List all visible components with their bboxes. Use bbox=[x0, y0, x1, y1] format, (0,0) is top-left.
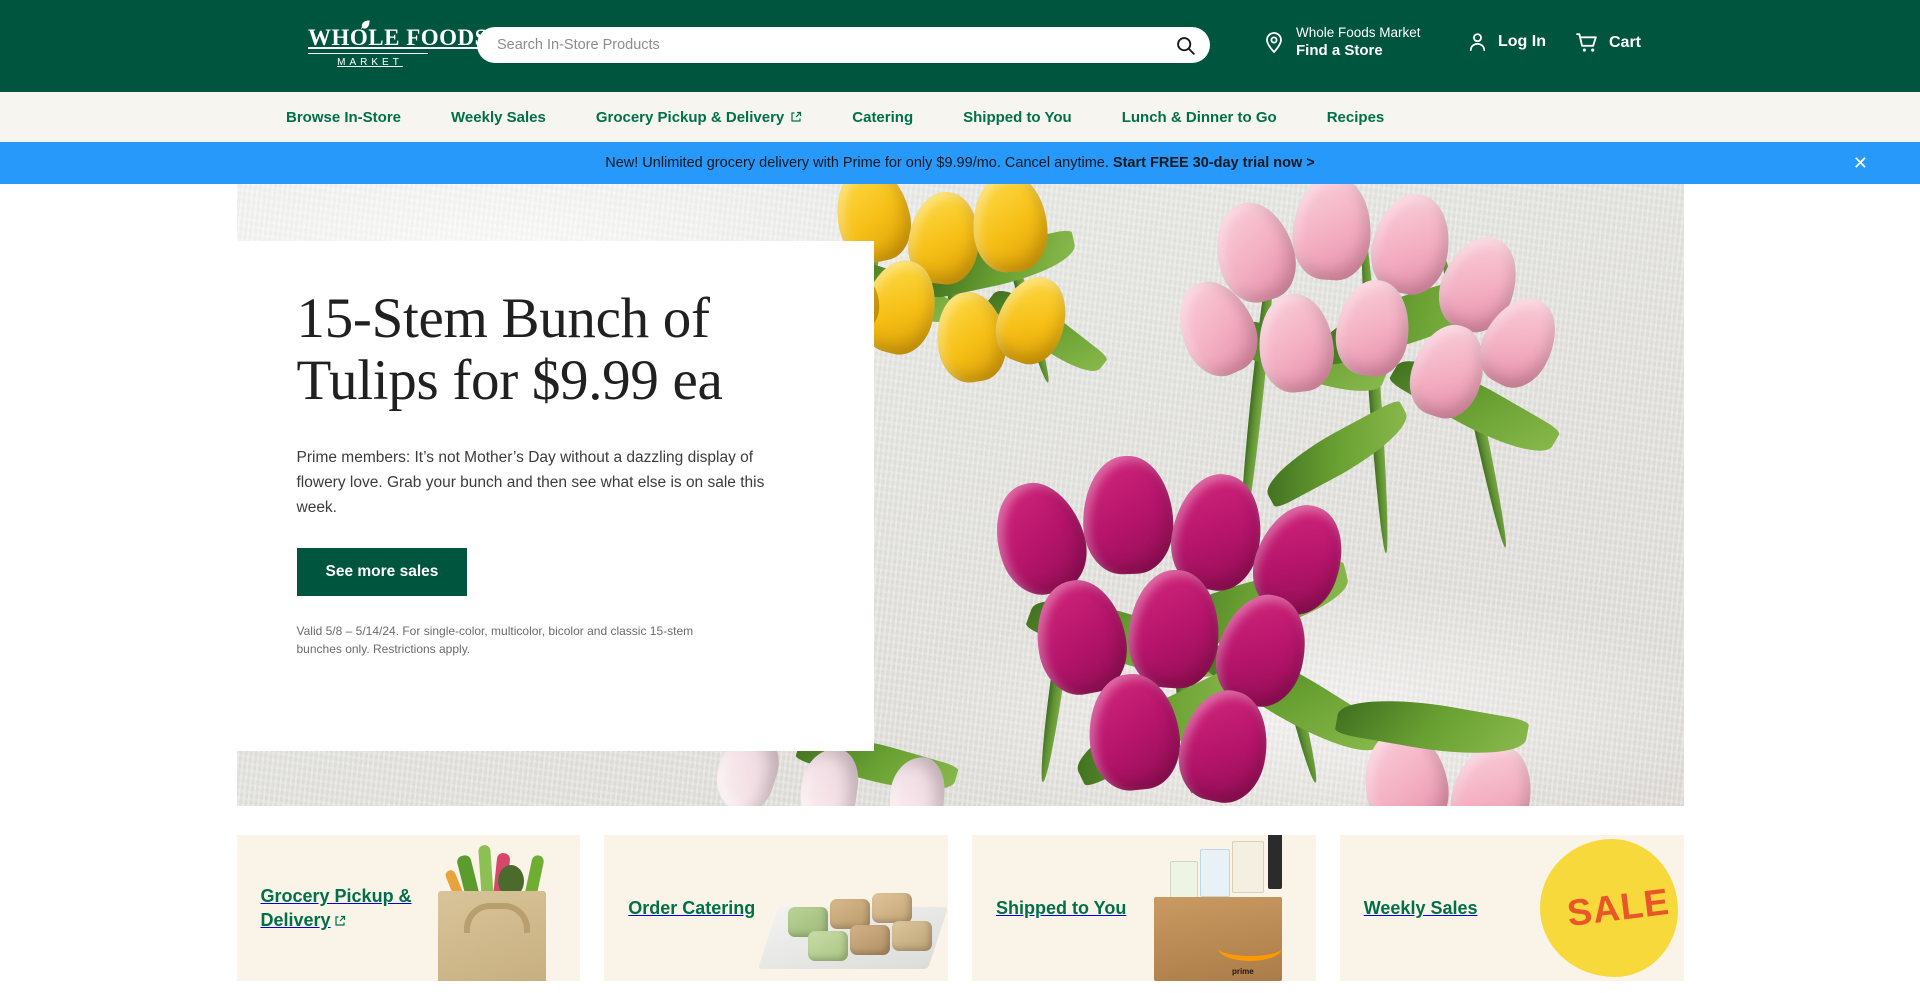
card-label: Order Catering bbox=[604, 896, 755, 920]
nav-label: Catering bbox=[852, 108, 914, 126]
hero-title: 15-Stem Bunch of Tulips for $9.99 ea bbox=[296, 287, 723, 412]
nav-label: Lunch & Dinner to Go bbox=[1121, 108, 1277, 126]
promo-cta-link[interactable]: Start FREE 30-day trial now > bbox=[1113, 155, 1315, 171]
card-weekly-sales[interactable]: Weekly Sales SALE bbox=[1339, 835, 1684, 981]
site-header: WHOLE FOODS MARKET Whole Foods Market Fi… bbox=[0, 0, 1920, 92]
card-shipped-to-you[interactable]: Shipped to You prime bbox=[972, 835, 1316, 981]
nav-label: Browse In-Store bbox=[286, 108, 402, 126]
card-label-text: Weekly Sales bbox=[1363, 897, 1478, 918]
nav-label: Weekly Sales bbox=[451, 108, 546, 126]
hero-banner: 15-Stem Bunch of Tulips for $9.99 ea Pri… bbox=[236, 184, 1684, 806]
card-label: Shipped to You bbox=[972, 896, 1126, 920]
nav-item-weekly-sales[interactable]: Weekly Sales bbox=[451, 109, 546, 126]
amazon-box-art: prime bbox=[1151, 835, 1316, 981]
wfm-logo[interactable]: WHOLE FOODS MARKET bbox=[308, 20, 487, 69]
user-icon bbox=[1469, 33, 1486, 52]
see-more-sales-button[interactable]: See more sales bbox=[296, 548, 468, 597]
external-link-icon bbox=[334, 915, 345, 926]
cart-icon bbox=[1576, 33, 1597, 52]
search-bar[interactable] bbox=[477, 27, 1210, 63]
leaf-icon bbox=[360, 20, 370, 29]
logo-wordmark-bottom: MARKET bbox=[337, 57, 403, 68]
search-icon bbox=[1176, 36, 1195, 55]
card-label: Weekly Sales bbox=[1340, 896, 1478, 920]
nav-label: Recipes bbox=[1326, 108, 1385, 126]
hero-copy-panel: 15-Stem Bunch of Tulips for $9.99 ea Pri… bbox=[236, 241, 874, 751]
hero-description: Prime members: It’s not Mother’s Day wit… bbox=[296, 449, 765, 517]
hero-legal-disclaimer: Valid 5/8 – 5/14/24. For single-color, m… bbox=[296, 624, 694, 656]
promo-message: New! Unlimited grocery delivery with Pri… bbox=[605, 155, 1113, 171]
nav-label: Shipped to You bbox=[963, 108, 1072, 126]
cart-button[interactable]: Cart bbox=[1575, 30, 1641, 55]
find-a-store-button[interactable]: Whole Foods Market Find a Store bbox=[1262, 24, 1421, 60]
external-link-icon bbox=[791, 111, 802, 122]
card-label-text: Order Catering bbox=[628, 897, 756, 918]
nav-item-browse-in-store[interactable]: Browse In-Store bbox=[286, 109, 401, 126]
catering-wraps-art bbox=[757, 835, 948, 981]
nav-label: Grocery Pickup & Delivery bbox=[595, 108, 785, 126]
find-a-store-label: Find a Store bbox=[1296, 42, 1383, 60]
nav-item-grocery-pickup-delivery[interactable]: Grocery Pickup & Delivery bbox=[596, 109, 802, 126]
promo-card-row: Grocery Pickup & Delivery Order Catering bbox=[236, 835, 1684, 981]
search-input[interactable] bbox=[477, 27, 1160, 63]
card-label-text: Shipped to You bbox=[996, 897, 1127, 918]
card-label: Grocery Pickup & Delivery bbox=[237, 884, 450, 933]
primary-navigation: Browse In-Store Weekly Sales Grocery Pic… bbox=[0, 92, 1920, 142]
nav-item-lunch-dinner-to-go[interactable]: Lunch & Dinner to Go bbox=[1122, 109, 1277, 126]
card-grocery-pickup-delivery[interactable]: Grocery Pickup & Delivery bbox=[236, 835, 581, 981]
nav-item-recipes[interactable]: Recipes bbox=[1327, 109, 1385, 126]
promo-banner-text: New! Unlimited grocery delivery with Pri… bbox=[605, 155, 1315, 171]
nav-item-catering[interactable]: Catering bbox=[852, 109, 913, 126]
close-icon[interactable]: ✕ bbox=[1849, 150, 1872, 176]
search-submit-button[interactable] bbox=[1160, 27, 1210, 63]
location-pin-icon bbox=[1266, 32, 1282, 54]
nav-item-shipped-to-you[interactable]: Shipped to You bbox=[963, 109, 1072, 126]
logo-divider bbox=[308, 53, 428, 54]
sale-splat-art: SALE bbox=[1519, 835, 1684, 981]
login-button[interactable]: Log In bbox=[1466, 30, 1546, 53]
current-store-name: Whole Foods Market bbox=[1296, 25, 1421, 40]
login-label: Log In bbox=[1498, 32, 1546, 50]
cart-label: Cart bbox=[1609, 33, 1642, 51]
card-order-catering[interactable]: Order Catering bbox=[604, 835, 948, 981]
prime-promo-banner: New! Unlimited grocery delivery with Pri… bbox=[0, 142, 1920, 184]
